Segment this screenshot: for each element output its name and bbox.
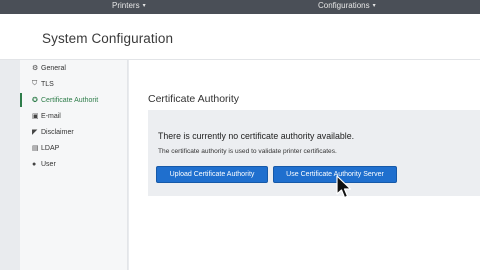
section-title: Certificate Authority (148, 93, 240, 105)
configurations-menu[interactable]: Configurations ▾ (318, 1, 376, 10)
sidebar-item-label: Certificate Authorit (41, 96, 99, 104)
chevron-down-icon: ▾ (372, 3, 376, 9)
sidebar-item-label: General (41, 64, 66, 72)
sidebar-item-certificate-authority[interactable]: ✪ Certificate Authorit (20, 93, 127, 107)
sidebar-item-label: User (41, 160, 56, 168)
sidebar-item-ldap[interactable]: ▤ LDAP (20, 141, 127, 155)
printers-menu[interactable]: Printers ▾ (112, 1, 146, 10)
help-text: The certificate authority is used to val… (158, 148, 337, 155)
user-icon: ● (32, 160, 37, 168)
sidebar-item-user[interactable]: ● User (20, 157, 127, 171)
sidebar-item-label: TLS (41, 80, 54, 88)
page-header: System Configuration (0, 14, 480, 60)
sidebar-item-label: LDAP (41, 144, 60, 152)
status-message: There is currently no certificate author… (158, 131, 355, 141)
chevron-down-icon: ▾ (142, 3, 146, 9)
sidebar-item-label: Disclaimer (41, 128, 74, 136)
ldap-icon: ▤ (32, 145, 39, 152)
sidebar-item-email[interactable]: ▣ E-mail (20, 109, 127, 123)
mouse-pointer-icon (336, 175, 352, 199)
top-navigation-bar: Printers ▾ Configurations ▾ (0, 0, 480, 14)
sidebar-item-disclaimer[interactable]: ◤ Disclaimer (20, 125, 127, 139)
upload-certificate-authority-button[interactable]: Upload Certificate Authority (156, 166, 268, 183)
certificate-icon: ✪ (32, 97, 38, 104)
sidebar-item-label: E-mail (41, 112, 61, 120)
gear-icon: ⚙ (32, 65, 39, 72)
printers-menu-label: Printers (112, 1, 140, 10)
megaphone-icon: ◤ (32, 129, 38, 136)
sidebar: ⚙ General ⛉ TLS ✪ Certificate Authorit ▣… (20, 60, 128, 270)
sidebar-item-tls[interactable]: ⛉ TLS (20, 77, 127, 91)
sidebar-item-general[interactable]: ⚙ General (20, 61, 127, 75)
configurations-menu-label: Configurations (318, 1, 370, 10)
page-title: System Configuration (42, 31, 174, 46)
email-icon: ▣ (32, 113, 39, 120)
shield-icon: ⛉ (32, 80, 38, 87)
